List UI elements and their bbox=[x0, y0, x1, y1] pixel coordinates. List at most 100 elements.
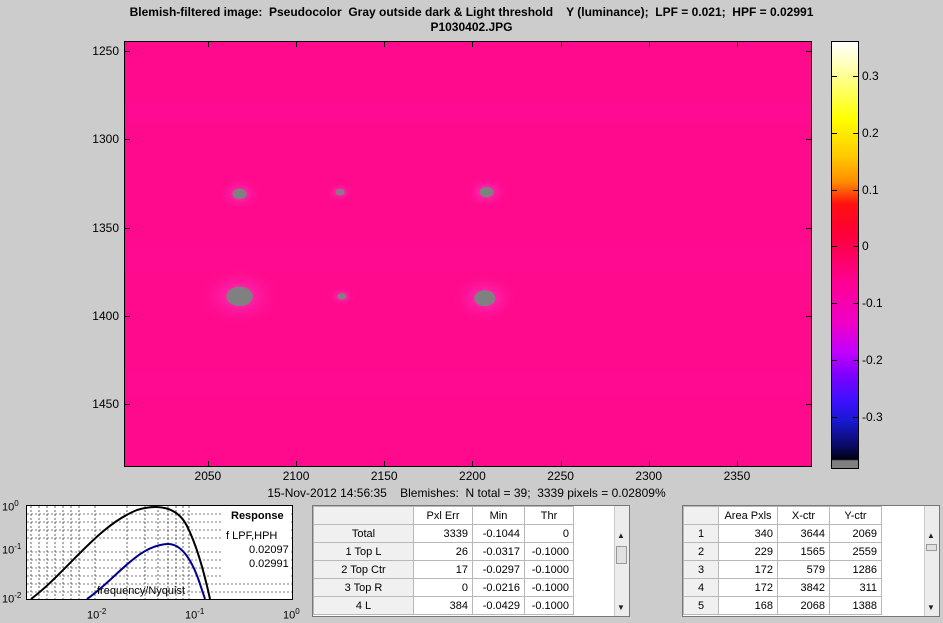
colorbar-tick-mark bbox=[853, 246, 858, 248]
table-cell[interactable]: 2559 bbox=[829, 542, 882, 561]
table-cell[interactable]: 2069 bbox=[829, 524, 882, 543]
column-header[interactable]: Area Pxls bbox=[718, 506, 778, 525]
resp-ytick: 10-1 bbox=[2, 542, 22, 557]
x-tick-mark bbox=[296, 461, 298, 466]
response-xlabel: frequency/Nyquist bbox=[97, 585, 186, 597]
x-tick-mark bbox=[296, 42, 298, 47]
table-row[interactable]: 3 172 579 1286 bbox=[683, 560, 882, 579]
scroll-up-arrow-icon[interactable]: ▲ bbox=[617, 532, 625, 540]
table-row[interactable]: 4 L 384 -0.0429 -0.1000 bbox=[313, 596, 574, 615]
x-tick-mark bbox=[472, 42, 474, 47]
table-row[interactable]: 4 172 3842 311 bbox=[683, 578, 882, 597]
response-plot[interactable]: Response f LPF,HPH 0.02097 0.02991 frequ… bbox=[26, 505, 293, 600]
row-header: 1 Top L bbox=[313, 542, 414, 561]
table-cell[interactable]: 229 bbox=[718, 542, 778, 561]
table-cell[interactable]: 1388 bbox=[829, 596, 882, 615]
row-header: 4 L bbox=[313, 596, 414, 615]
scroll-up-arrow-icon[interactable]: ▲ bbox=[927, 532, 935, 540]
table-cell[interactable]: -0.0429 bbox=[472, 596, 525, 615]
table-cell[interactable]: 3644 bbox=[777, 524, 830, 543]
table-row[interactable]: 1 Top L 26 -0.0317 -0.1000 bbox=[313, 542, 574, 561]
table-cell[interactable]: -0.0317 bbox=[472, 542, 525, 561]
column-header[interactable]: Thr bbox=[524, 506, 574, 525]
row-header: 5 bbox=[683, 596, 719, 615]
table-cell[interactable]: -0.1000 bbox=[524, 542, 574, 561]
colorbar-tick-label: -0.3 bbox=[862, 409, 883, 424]
response-legend-label: f LPF,HPH bbox=[226, 530, 278, 542]
y-tick-mark bbox=[125, 139, 130, 141]
blemish-spot[interactable] bbox=[337, 293, 347, 300]
x-tick-mark bbox=[207, 461, 209, 466]
table-cell[interactable]: 26 bbox=[413, 542, 473, 561]
blemish-image-plot[interactable] bbox=[124, 41, 812, 467]
column-header[interactable]: X-ctr bbox=[777, 506, 830, 525]
scroll-thumb[interactable] bbox=[616, 546, 627, 564]
table-row[interactable]: 5 168 2068 1388 bbox=[683, 596, 882, 615]
table-cell[interactable]: 168 bbox=[718, 596, 778, 615]
resp-xtick: 10-2 bbox=[87, 607, 107, 622]
table-row[interactable]: 1 340 3644 2069 bbox=[683, 524, 882, 543]
row-header: 4 bbox=[683, 578, 719, 597]
table-row[interactable]: Total 3339 -0.1044 0 bbox=[313, 524, 574, 543]
resp-ytick: 10-2 bbox=[2, 591, 22, 606]
x-tick-mark bbox=[384, 42, 386, 47]
colorbar-tick-label: 0.1 bbox=[862, 182, 879, 197]
x-tick-label: 2300 bbox=[635, 469, 663, 483]
blemish-spot[interactable] bbox=[479, 186, 494, 198]
scroll-down-arrow-icon[interactable]: ▼ bbox=[927, 604, 935, 612]
blemish-table-scrollbar[interactable]: ▲ ▼ bbox=[924, 506, 939, 616]
table-cell[interactable]: 3339 bbox=[413, 524, 473, 543]
table-cell[interactable]: 0 bbox=[524, 524, 574, 543]
column-header[interactable]: Min bbox=[472, 506, 525, 525]
y-tick-mark bbox=[806, 227, 811, 229]
colorbar-tick-mark bbox=[832, 76, 837, 78]
table-row[interactable]: 2 229 1565 2559 bbox=[683, 542, 882, 561]
summary-table-scrollbar[interactable]: ▲ ▼ bbox=[614, 506, 629, 616]
column-header[interactable]: Pxl Err bbox=[413, 506, 473, 525]
table-cell[interactable]: -0.1000 bbox=[524, 578, 574, 597]
table-cell[interactable]: 0 bbox=[413, 578, 473, 597]
x-tick-label: 2100 bbox=[282, 469, 310, 483]
blemish-spot[interactable] bbox=[232, 188, 247, 200]
x-tick-mark bbox=[472, 461, 474, 466]
table-cell[interactable]: 172 bbox=[718, 578, 778, 597]
table-cell[interactable]: 579 bbox=[777, 560, 830, 579]
blemish-list-table[interactable]: Area Pxls X-ctr Y-ctr 1 340 3644 2069 2 … bbox=[682, 505, 940, 617]
resp-xtick: 10-1 bbox=[185, 607, 205, 622]
blemish-spot[interactable] bbox=[474, 290, 496, 307]
table-row[interactable]: 2 Top Ctr 17 -0.0297 -0.1000 bbox=[313, 560, 574, 579]
blemish-spot[interactable] bbox=[226, 286, 253, 307]
x-tick-mark bbox=[207, 42, 209, 47]
table-cell[interactable]: -0.1044 bbox=[472, 524, 525, 543]
table-cell[interactable]: -0.1000 bbox=[524, 560, 574, 579]
colorbar-tick-mark bbox=[853, 303, 858, 305]
colorbar-tick-mark bbox=[832, 132, 837, 134]
scroll-down-arrow-icon[interactable]: ▼ bbox=[617, 604, 625, 612]
table-cell[interactable]: -0.0297 bbox=[472, 560, 525, 579]
y-tick-mark bbox=[806, 50, 811, 52]
x-tick-mark bbox=[736, 42, 738, 47]
table-cell[interactable]: 2068 bbox=[777, 596, 830, 615]
table-cell[interactable]: 172 bbox=[718, 560, 778, 579]
column-header[interactable]: Y-ctr bbox=[829, 506, 882, 525]
y-tick-label: 1450 bbox=[92, 397, 119, 412]
table-cell[interactable]: -0.0216 bbox=[472, 578, 525, 597]
blemish-spot[interactable] bbox=[335, 188, 345, 196]
blemish-image-canvas bbox=[125, 42, 811, 466]
table-cell[interactable]: 1565 bbox=[777, 542, 830, 561]
row-header: 1 bbox=[683, 524, 719, 543]
table-row[interactable]: 3 Top R 0 -0.0216 -0.1000 bbox=[313, 578, 574, 597]
table-cell[interactable]: 3842 bbox=[777, 578, 830, 597]
table-cell[interactable]: 384 bbox=[413, 596, 473, 615]
y-tick-label: 1350 bbox=[92, 220, 119, 235]
table-cell[interactable]: -0.1000 bbox=[524, 596, 574, 615]
table-cell[interactable]: 340 bbox=[718, 524, 778, 543]
table-cell[interactable]: 311 bbox=[829, 578, 882, 597]
colorbar-tick-mark bbox=[832, 246, 837, 248]
scroll-thumb[interactable] bbox=[926, 544, 937, 551]
table-cell[interactable]: 1286 bbox=[829, 560, 882, 579]
x-tick-mark bbox=[648, 42, 650, 47]
region-summary-table[interactable]: Pxl Err Min Thr Total 3339 -0.1044 0 1 T… bbox=[312, 505, 630, 617]
colorbar-tick-mark bbox=[832, 360, 837, 362]
table-cell[interactable]: 17 bbox=[413, 560, 473, 579]
